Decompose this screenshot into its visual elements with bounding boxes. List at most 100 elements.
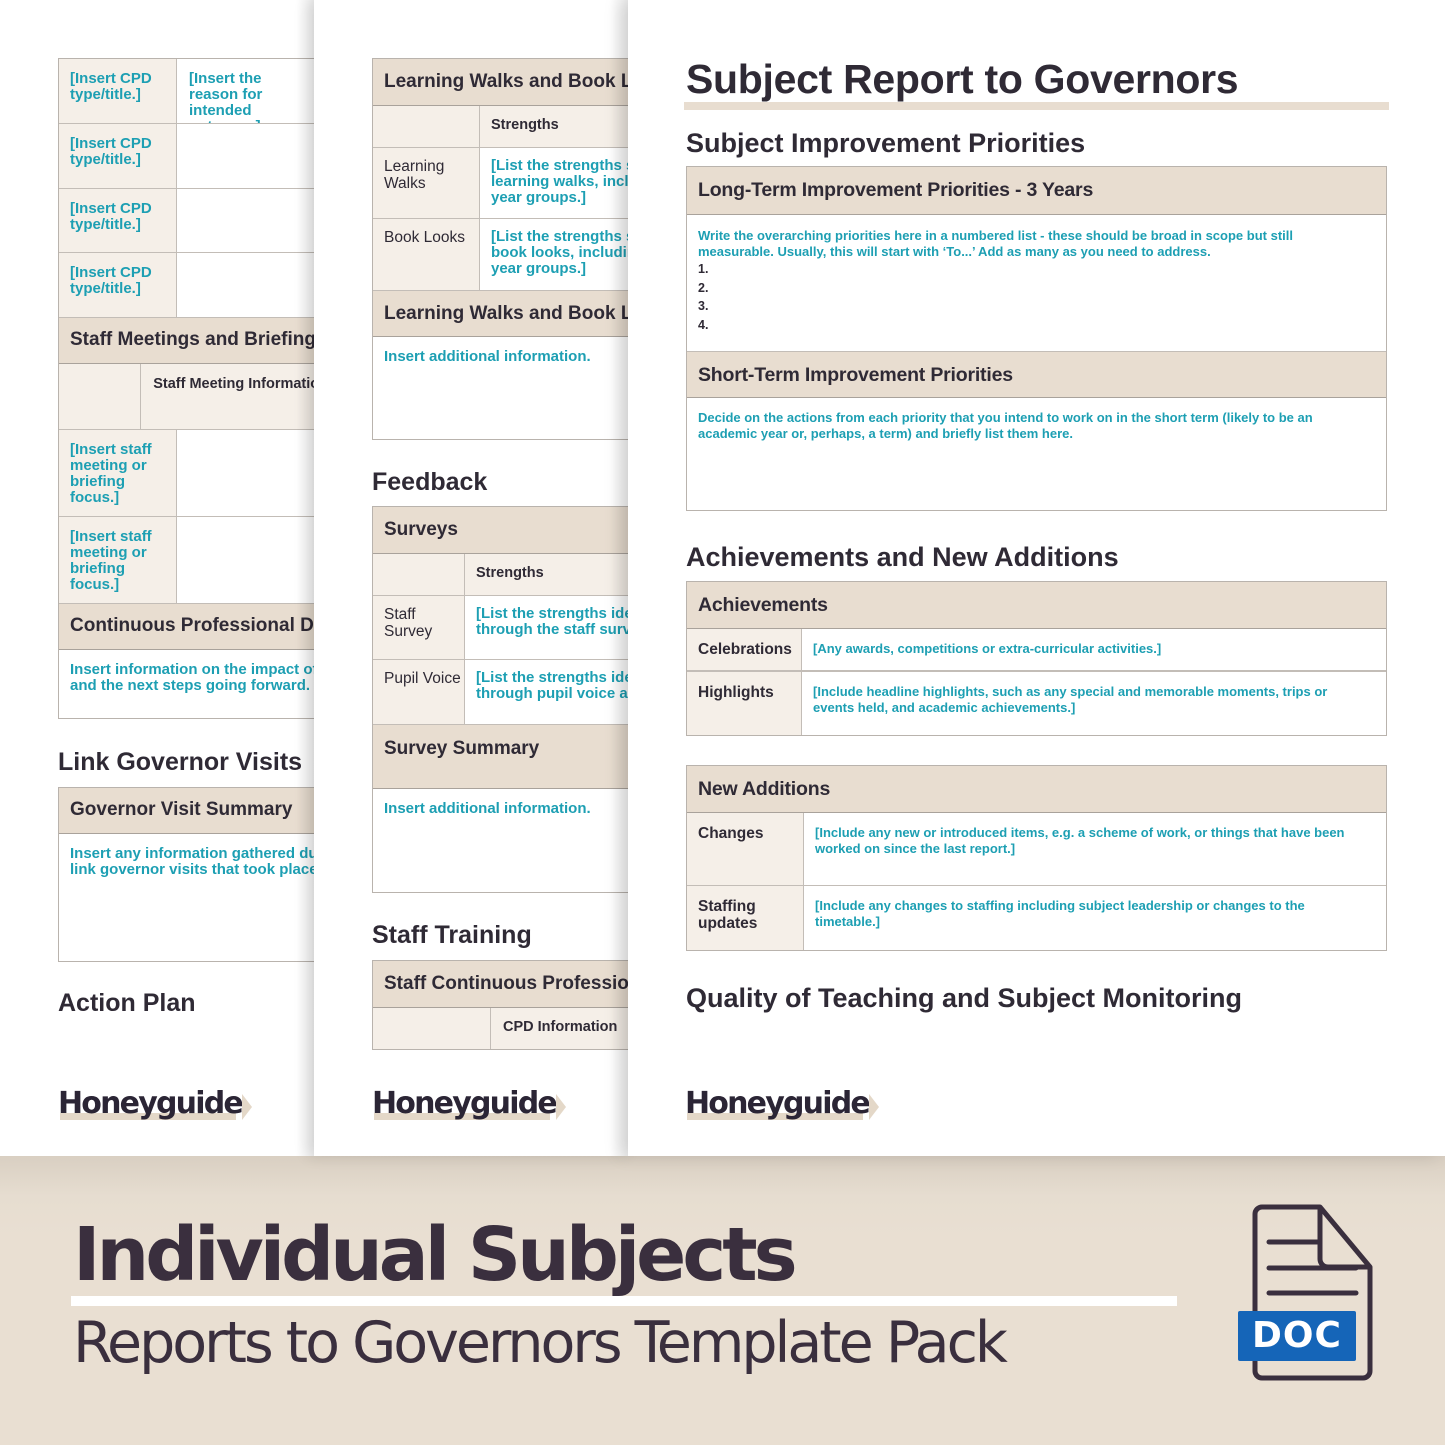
- table-row: Highlights [Include headline highlights,…: [687, 671, 1386, 735]
- meeting-info-cell[interactable]: [177, 430, 318, 516]
- table-row: [Insert staff meeting or briefing focus.…: [59, 517, 318, 604]
- learning-walks-header: Learning Walks and Book Looks: [373, 59, 632, 106]
- staff-survey-label: Staff Survey: [373, 596, 465, 659]
- governor-visit-text: Insert any information gathered during t…: [70, 845, 318, 878]
- improvement-priorities-heading: Subject Improvement Priorities: [686, 128, 1086, 158]
- title-underline: [684, 102, 1389, 110]
- learning-walks-label: Learning Walks: [373, 148, 480, 218]
- surveys-table: Surveys Strengths Staff Survey [List the…: [372, 506, 632, 893]
- report-title: Subject Report to Governors: [686, 56, 1239, 102]
- cpd-impact-header: Continuous Professional Development: [59, 604, 318, 650]
- cpd-reason-cell[interactable]: [177, 253, 318, 317]
- changes-field[interactable]: [Include any new or introduced items, e.…: [804, 813, 1386, 885]
- long-term-header: Long-Term Improvement Priorities - 3 Yea…: [687, 167, 1386, 215]
- long-term-instructions: Write the overarching priorities here in…: [698, 228, 1293, 259]
- governor-visit-table: Governor Visit Summary Insert any inform…: [58, 787, 318, 962]
- short-term-header: Short-Term Improvement Priorities: [687, 351, 1386, 398]
- table-row: Staff Survey [List the strengths identif…: [373, 596, 632, 660]
- governor-visit-field[interactable]: Insert any information gathered during t…: [59, 834, 318, 961]
- cpd-type-cell[interactable]: [Insert CPD type/title.]: [59, 189, 177, 252]
- survey-summary-field[interactable]: Insert additional information.: [373, 789, 632, 892]
- staff-cpd-table: Staff Continuous Professional Developmen…: [372, 960, 632, 1050]
- staff-survey-strengths-cell[interactable]: [List the strengths identified through t…: [465, 596, 632, 659]
- cpd-impact-text: Insert information on the impact of the …: [70, 661, 318, 694]
- list-item: 4.: [698, 317, 709, 332]
- meeting-focus-cell[interactable]: [Insert staff meeting or briefing focus.…: [59, 430, 177, 516]
- staff-training-heading: Staff Training: [372, 921, 532, 949]
- document-icon: DOC: [1236, 1203, 1378, 1383]
- empty-label-cell: [373, 1008, 491, 1049]
- cpd-reason-cell[interactable]: [177, 124, 318, 188]
- numbered-list: 1. 2. 3. 4.: [698, 260, 1366, 334]
- cpd-impact-field[interactable]: Insert information on the impact of the …: [59, 650, 318, 718]
- action-plan-heading: Action Plan: [58, 989, 196, 1017]
- title-divider: [71, 1296, 1177, 1306]
- table-row: [Insert CPD type/title.]: [59, 124, 318, 189]
- logo-arrow-icon: [555, 1094, 566, 1120]
- achievements-table: Achievements Celebrations [Any awards, c…: [686, 581, 1387, 736]
- staff-cpd-header: Staff Continuous Professional Developmen…: [373, 961, 632, 1008]
- empty-label-cell: [373, 554, 465, 595]
- list-item: 3.: [698, 299, 709, 313]
- new-additions-header-text: New Additions: [698, 778, 831, 800]
- staff-meetings-header: Staff Meetings and Briefings: [59, 318, 318, 364]
- honeyguide-logo: Honeyguide: [685, 1086, 879, 1121]
- achievements-header: Achievements: [687, 582, 1386, 629]
- highlights-field[interactable]: [Include headline highlights, such as an…: [802, 672, 1386, 735]
- table-row: CPD Information: [373, 1008, 632, 1049]
- table-row: Celebrations [Any awards, competitions o…: [687, 629, 1386, 671]
- book-looks-strengths-cell[interactable]: [List the strengths seen during book loo…: [480, 219, 632, 290]
- list-item: 1.: [698, 262, 709, 276]
- changes-label: Changes: [687, 813, 804, 885]
- survey-summary-header: Survey Summary: [373, 725, 632, 789]
- cpd-type-cell[interactable]: [Insert CPD type/title.]: [59, 124, 177, 188]
- feedback-heading: Feedback: [372, 468, 488, 496]
- cpd-reason-cell[interactable]: [177, 189, 318, 252]
- logo-arrow-icon: [241, 1094, 252, 1120]
- honeyguide-logo: Honeyguide: [58, 1086, 252, 1121]
- table-row: [Insert CPD type/title.] [Insert the rea…: [59, 59, 318, 124]
- staffing-updates-field[interactable]: [Include any changes to staffing includi…: [804, 886, 1386, 950]
- long-term-field[interactable]: Write the overarching priorities here in…: [687, 215, 1386, 351]
- book-looks-label: Book Looks: [373, 219, 480, 290]
- document-page-3: Subject Report to Governors Subject Impr…: [628, 0, 1445, 1156]
- list-item: 2.: [698, 280, 709, 295]
- table-row: Staff Meeting Information: [59, 364, 318, 430]
- new-additions-table: New Additions Changes [Include any new o…: [686, 765, 1387, 951]
- document-page-1: [Insert CPD type/title.] [Insert the rea…: [0, 0, 318, 1156]
- celebrations-label: Celebrations: [687, 629, 802, 670]
- meeting-focus-cell[interactable]: [Insert staff meeting or briefing focus.…: [59, 517, 177, 603]
- surveys-header: Surveys: [373, 507, 632, 554]
- document-page-2: Learning Walks and Book Looks Strengths …: [314, 0, 632, 1156]
- staffing-updates-label: Staffing updates: [687, 886, 804, 950]
- cpd-type-cell[interactable]: [Insert CPD type/title.]: [59, 59, 177, 123]
- cpd-table: [Insert CPD type/title.] [Insert the rea…: [58, 58, 318, 719]
- table-row: Changes [Include any new or introduced i…: [687, 813, 1386, 886]
- logo-text: Honeyguide: [685, 1086, 871, 1121]
- cpd-type-cell[interactable]: [Insert CPD type/title.]: [59, 253, 177, 317]
- pupil-voice-strengths-text: [List the strengths identified through p…: [476, 669, 632, 702]
- table-row: Learning Walks [List the strengths seen …: [373, 148, 632, 219]
- learning-walks-strengths-text: [List the strengths seen during learning…: [491, 157, 632, 206]
- logo-text: Honeyguide: [372, 1086, 558, 1121]
- learning-walks-strengths-cell[interactable]: [List the strengths seen during learning…: [480, 148, 632, 218]
- staff-survey-strengths-text: [List the strengths identified through t…: [476, 605, 632, 638]
- table-row: Book Looks [List the strengths seen duri…: [373, 219, 632, 291]
- pupil-voice-strengths-cell[interactable]: [List the strengths identified through p…: [465, 660, 632, 724]
- achievements-header-text: Achievements: [698, 594, 828, 616]
- staff-meeting-column-header: Staff Meeting Information: [141, 364, 318, 429]
- logo-arrow-icon: [868, 1094, 879, 1120]
- empty-label-cell: [373, 106, 480, 147]
- table-row: Staffing updates [Include any changes to…: [687, 886, 1386, 950]
- table-row: [Insert staff meeting or briefing focus.…: [59, 430, 318, 517]
- learning-walks-summary-field[interactable]: Insert additional information.: [373, 337, 632, 439]
- cpd-reason-cell[interactable]: [Insert the reason for intended outcome.…: [177, 59, 318, 123]
- highlights-label: Highlights: [687, 672, 802, 735]
- strengths-column-header: Strengths: [465, 554, 632, 595]
- governor-visit-header: Governor Visit Summary: [59, 788, 318, 834]
- celebrations-field[interactable]: [Any awards, competitions or extra-curri…: [802, 629, 1386, 670]
- new-additions-header: New Additions: [687, 766, 1386, 813]
- doc-badge-label: DOC: [1252, 1315, 1342, 1356]
- meeting-info-cell[interactable]: [177, 517, 318, 603]
- short-term-field[interactable]: Decide on the actions from each priority…: [687, 398, 1386, 510]
